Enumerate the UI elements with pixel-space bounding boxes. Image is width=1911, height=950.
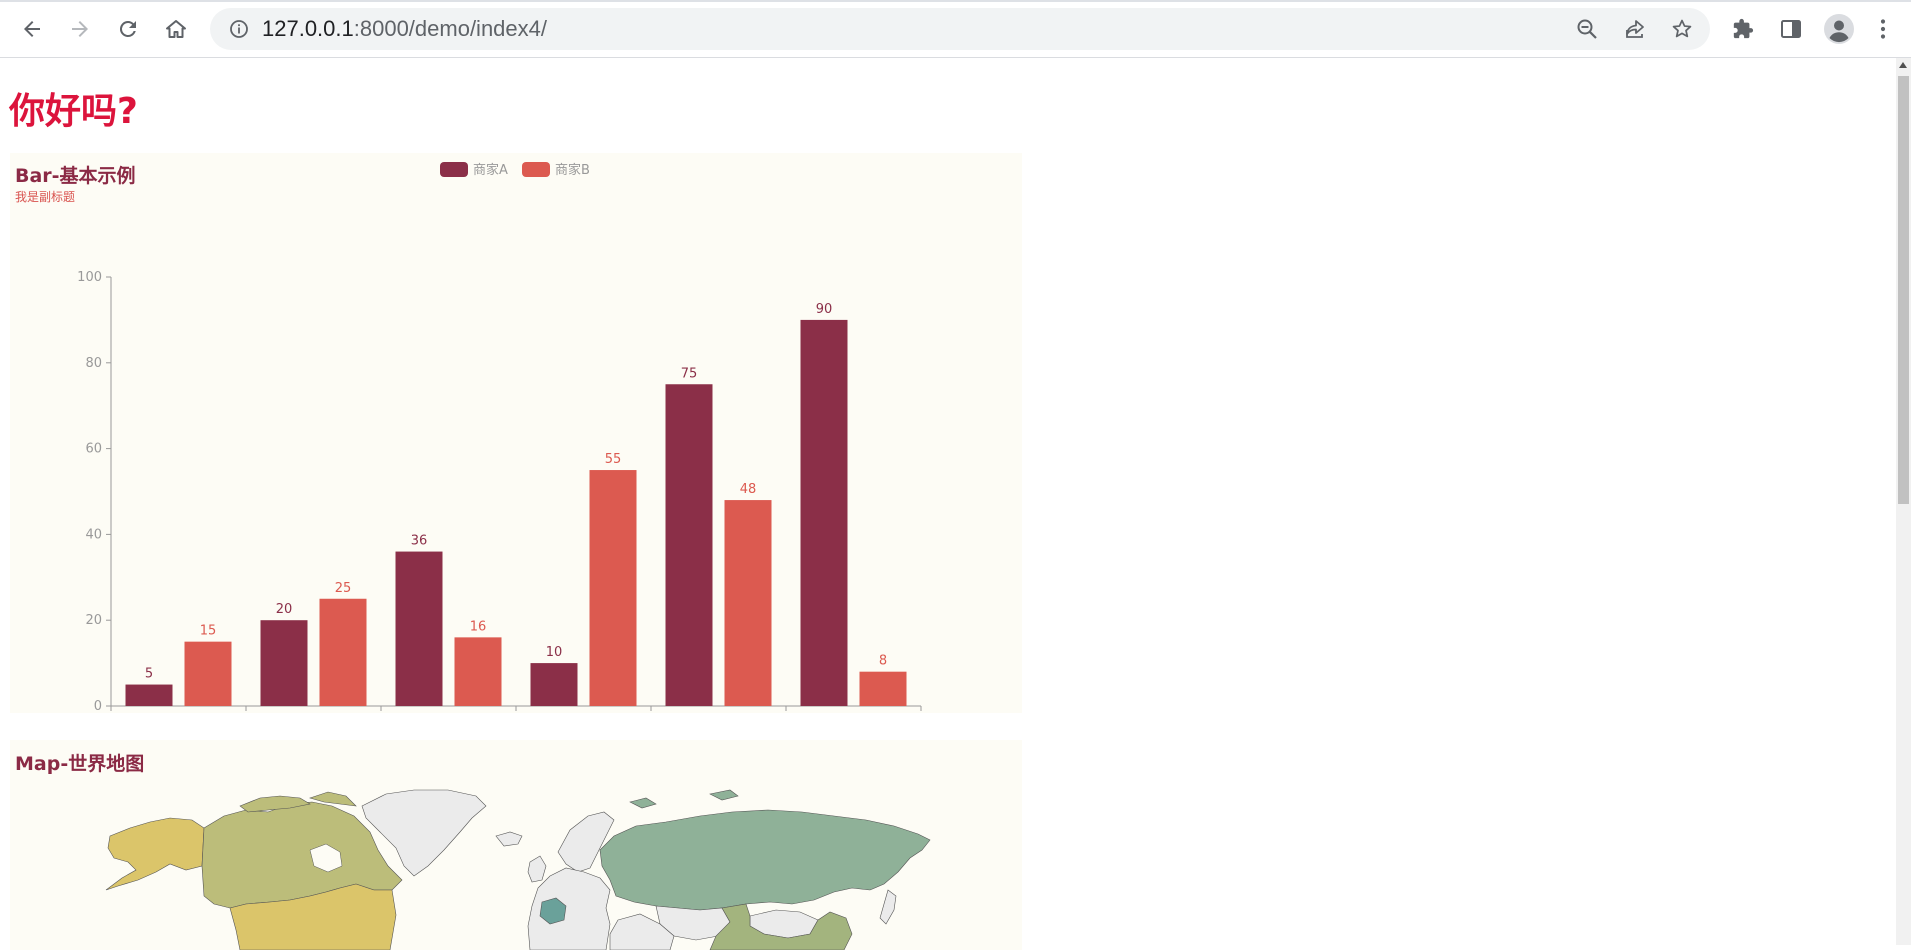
back-button[interactable]: [12, 12, 52, 46]
map-region-alaska[interactable]: [105, 817, 205, 891]
legend-label-1[interactable]: 商家B: [555, 162, 590, 178]
legend-swatch-1[interactable]: [522, 162, 550, 177]
map-region-svalbard[interactable]: [629, 789, 739, 809]
side-panel-icon: [1781, 20, 1801, 38]
bar-1-4[interactable]: [724, 500, 772, 706]
reload-button[interactable]: [108, 12, 148, 46]
data-label: 36: [411, 534, 428, 549]
data-label: 15: [200, 624, 217, 639]
data-label: 25: [335, 581, 352, 596]
data-label: 90: [816, 302, 833, 317]
bar-1-2[interactable]: [454, 637, 502, 706]
data-label: 75: [681, 366, 698, 381]
data-label: 20: [276, 602, 293, 617]
bar-0-3[interactable]: [530, 663, 578, 706]
back-arrow-icon: [24, 21, 40, 37]
data-label: 5: [145, 667, 153, 682]
data-label: 55: [605, 452, 622, 467]
bar-1-0[interactable]: [184, 641, 232, 706]
browser-toolbar: 127.0.0.1:8000/demo/index4/: [0, 0, 1911, 58]
url-host: 127.0.0.1: [262, 16, 354, 41]
world-map: [105, 789, 931, 950]
y-tick-label: 80: [85, 356, 102, 371]
extensions-puzzle-icon: [1733, 18, 1754, 39]
y-tick-label: 60: [85, 442, 102, 457]
data-label: 16: [470, 619, 487, 634]
url-text[interactable]: 127.0.0.1:8000/demo/index4/: [262, 16, 547, 42]
scroll-up-arrow-icon[interactable]: [1899, 62, 1907, 68]
map-region-japan[interactable]: [879, 889, 897, 925]
forward-arrow-icon: [72, 21, 88, 37]
y-tick-label: 20: [85, 613, 102, 628]
map-region-iceland[interactable]: [495, 831, 523, 847]
bar-0-2[interactable]: [395, 551, 443, 706]
y-tick-label: 100: [77, 270, 102, 285]
forward-button[interactable]: [60, 12, 100, 46]
data-label: 48: [740, 482, 757, 497]
extensions-button[interactable]: [1726, 12, 1760, 46]
bar-0-4[interactable]: [665, 384, 713, 706]
profile-button[interactable]: [1822, 12, 1856, 46]
y-tick-label: 40: [85, 527, 102, 542]
map-region-russia[interactable]: [599, 809, 931, 911]
bar-0-0[interactable]: [125, 684, 173, 706]
data-label: 8: [879, 654, 887, 669]
bar-0-5[interactable]: [800, 319, 848, 706]
bar-1-1[interactable]: [319, 598, 367, 706]
home-icon: [166, 20, 186, 38]
share-button[interactable]: [1620, 14, 1650, 44]
bar-chart-svg: 商家A商家B020406080100衬衫羊毛衫雪纺衫裤子高跟鞋袜子5203610…: [77, 162, 922, 713]
legend-swatch-0[interactable]: [440, 162, 468, 177]
page-viewport: 你好吗? Bar-基本示例 我是副标题 商家A商家B020406080100衬衫…: [0, 58, 1896, 950]
bar-1-5[interactable]: [859, 671, 907, 706]
site-info-icon: [230, 20, 248, 38]
tab-strip-edge: [0, 0, 1911, 2]
data-label: 10: [546, 645, 563, 660]
home-button[interactable]: [156, 12, 196, 46]
menu-dots-icon: [1880, 19, 1886, 39]
legend-label-0[interactable]: 商家A: [473, 162, 508, 178]
address-bar[interactable]: 127.0.0.1:8000/demo/index4/: [210, 8, 1710, 50]
site-info-button[interactable]: [224, 14, 254, 44]
bar-1-3[interactable]: [589, 470, 637, 706]
page-heading: 你好吗?: [9, 91, 138, 132]
share-icon: [1626, 20, 1644, 38]
map-region-uk[interactable]: [527, 855, 547, 883]
bookmark-star-icon: [1672, 19, 1692, 38]
page-scrollbar[interactable]: [1896, 58, 1911, 945]
bar-chart-panel: Bar-基本示例 我是副标题 商家A商家B020406080100衬衫羊毛衫雪纺…: [10, 153, 1022, 713]
side-panel-button[interactable]: [1774, 12, 1808, 46]
bar-0-1[interactable]: [260, 620, 308, 706]
map-chart-panel: Map-世界地图: [10, 740, 1022, 950]
zoom-button[interactable]: [1572, 14, 1602, 44]
y-tick-label: 0: [94, 699, 102, 713]
browser-menu-button[interactable]: [1868, 12, 1898, 46]
reload-icon: [119, 20, 136, 37]
bookmark-button[interactable]: [1667, 14, 1697, 44]
url-path: :8000/demo/index4/: [353, 16, 548, 41]
zoom-out-icon: [1577, 19, 1597, 39]
scrollbar-thumb[interactable]: [1898, 76, 1909, 504]
profile-avatar-icon: [1824, 14, 1854, 44]
